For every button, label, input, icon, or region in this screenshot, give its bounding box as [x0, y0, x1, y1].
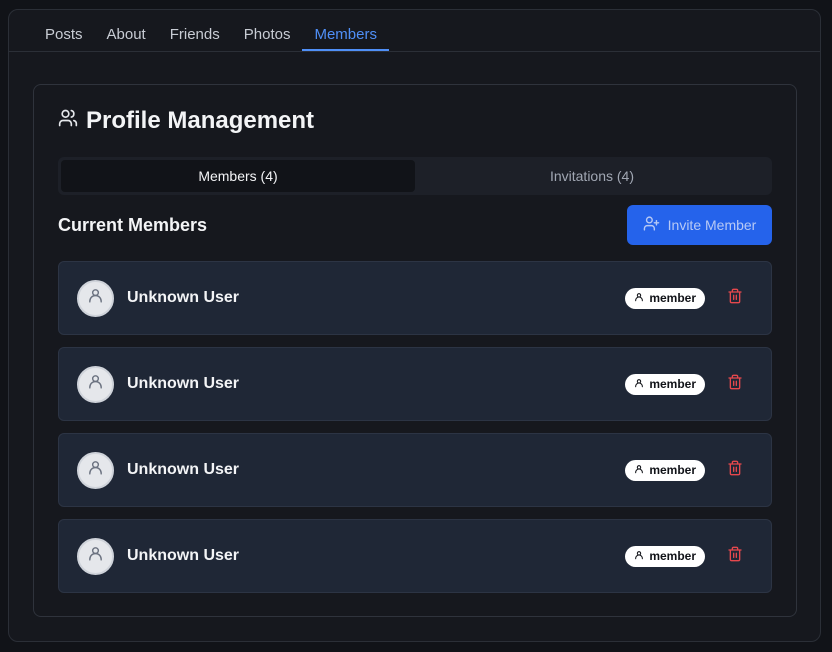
card-title: Profile Management — [58, 107, 314, 135]
role-badge: member — [625, 287, 705, 309]
delete-member-button[interactable] — [719, 540, 751, 572]
user-icon — [87, 287, 104, 309]
trash-icon — [727, 288, 743, 309]
role-label: member — [649, 463, 696, 477]
tab-posts[interactable]: Posts — [33, 14, 95, 51]
invite-member-label: Invite Member — [667, 217, 757, 233]
delete-member-button[interactable] — [719, 282, 751, 314]
members-list: Unknown User member Unknown User member … — [58, 261, 772, 605]
avatar — [77, 451, 114, 489]
invite-member-button[interactable]: Invite Member — [627, 205, 772, 245]
role-badge: member — [625, 459, 705, 481]
role-label: member — [649, 291, 696, 305]
list-item: Unknown User member — [58, 347, 772, 421]
list-item: Unknown User member — [58, 261, 772, 335]
user-icon — [634, 377, 644, 391]
tab-invitations[interactable]: Invitations (4) — [415, 160, 769, 192]
tab-members[interactable]: Members — [302, 14, 389, 51]
list-item: Unknown User member — [58, 519, 772, 593]
user-plus-icon — [643, 215, 660, 235]
trash-icon — [727, 460, 743, 481]
tab-members-list[interactable]: Members (4) — [61, 160, 415, 192]
role-badge: member — [625, 545, 705, 567]
tab-about[interactable]: About — [95, 14, 158, 51]
users-icon — [58, 107, 78, 135]
tab-photos[interactable]: Photos — [232, 14, 303, 51]
delete-member-button[interactable] — [719, 368, 751, 400]
tab-friends[interactable]: Friends — [158, 14, 232, 51]
trash-icon — [727, 546, 743, 567]
member-name: Unknown User — [127, 289, 240, 306]
current-members-header: Current Members Invite Member — [58, 205, 772, 245]
role-label: member — [649, 377, 696, 391]
avatar — [77, 537, 114, 575]
page-title: Profile Management — [86, 107, 315, 134]
user-icon — [87, 545, 104, 567]
profile-frame: Posts About Friends Photos Members Profi… — [8, 9, 821, 642]
user-icon — [634, 463, 644, 477]
member-name: Unknown User — [127, 461, 240, 478]
trash-icon — [727, 374, 743, 395]
avatar — [77, 279, 114, 317]
list-item: Unknown User member — [58, 433, 772, 507]
role-badge: member — [625, 373, 705, 395]
profile-management-card: Profile Management Members (4) Invitatio… — [33, 84, 797, 617]
user-icon — [87, 459, 104, 481]
member-name: Unknown User — [127, 547, 240, 564]
role-label: member — [649, 549, 696, 563]
profile-tabs: Posts About Friends Photos Members — [9, 10, 820, 52]
user-icon — [87, 373, 104, 395]
member-name: Unknown User — [127, 375, 240, 392]
members-invitations-toggle: Members (4) Invitations (4) — [58, 157, 772, 195]
delete-member-button[interactable] — [719, 454, 751, 486]
avatar — [77, 365, 114, 403]
user-icon — [634, 549, 644, 563]
user-icon — [634, 291, 644, 305]
section-title: Current Members — [58, 214, 208, 235]
